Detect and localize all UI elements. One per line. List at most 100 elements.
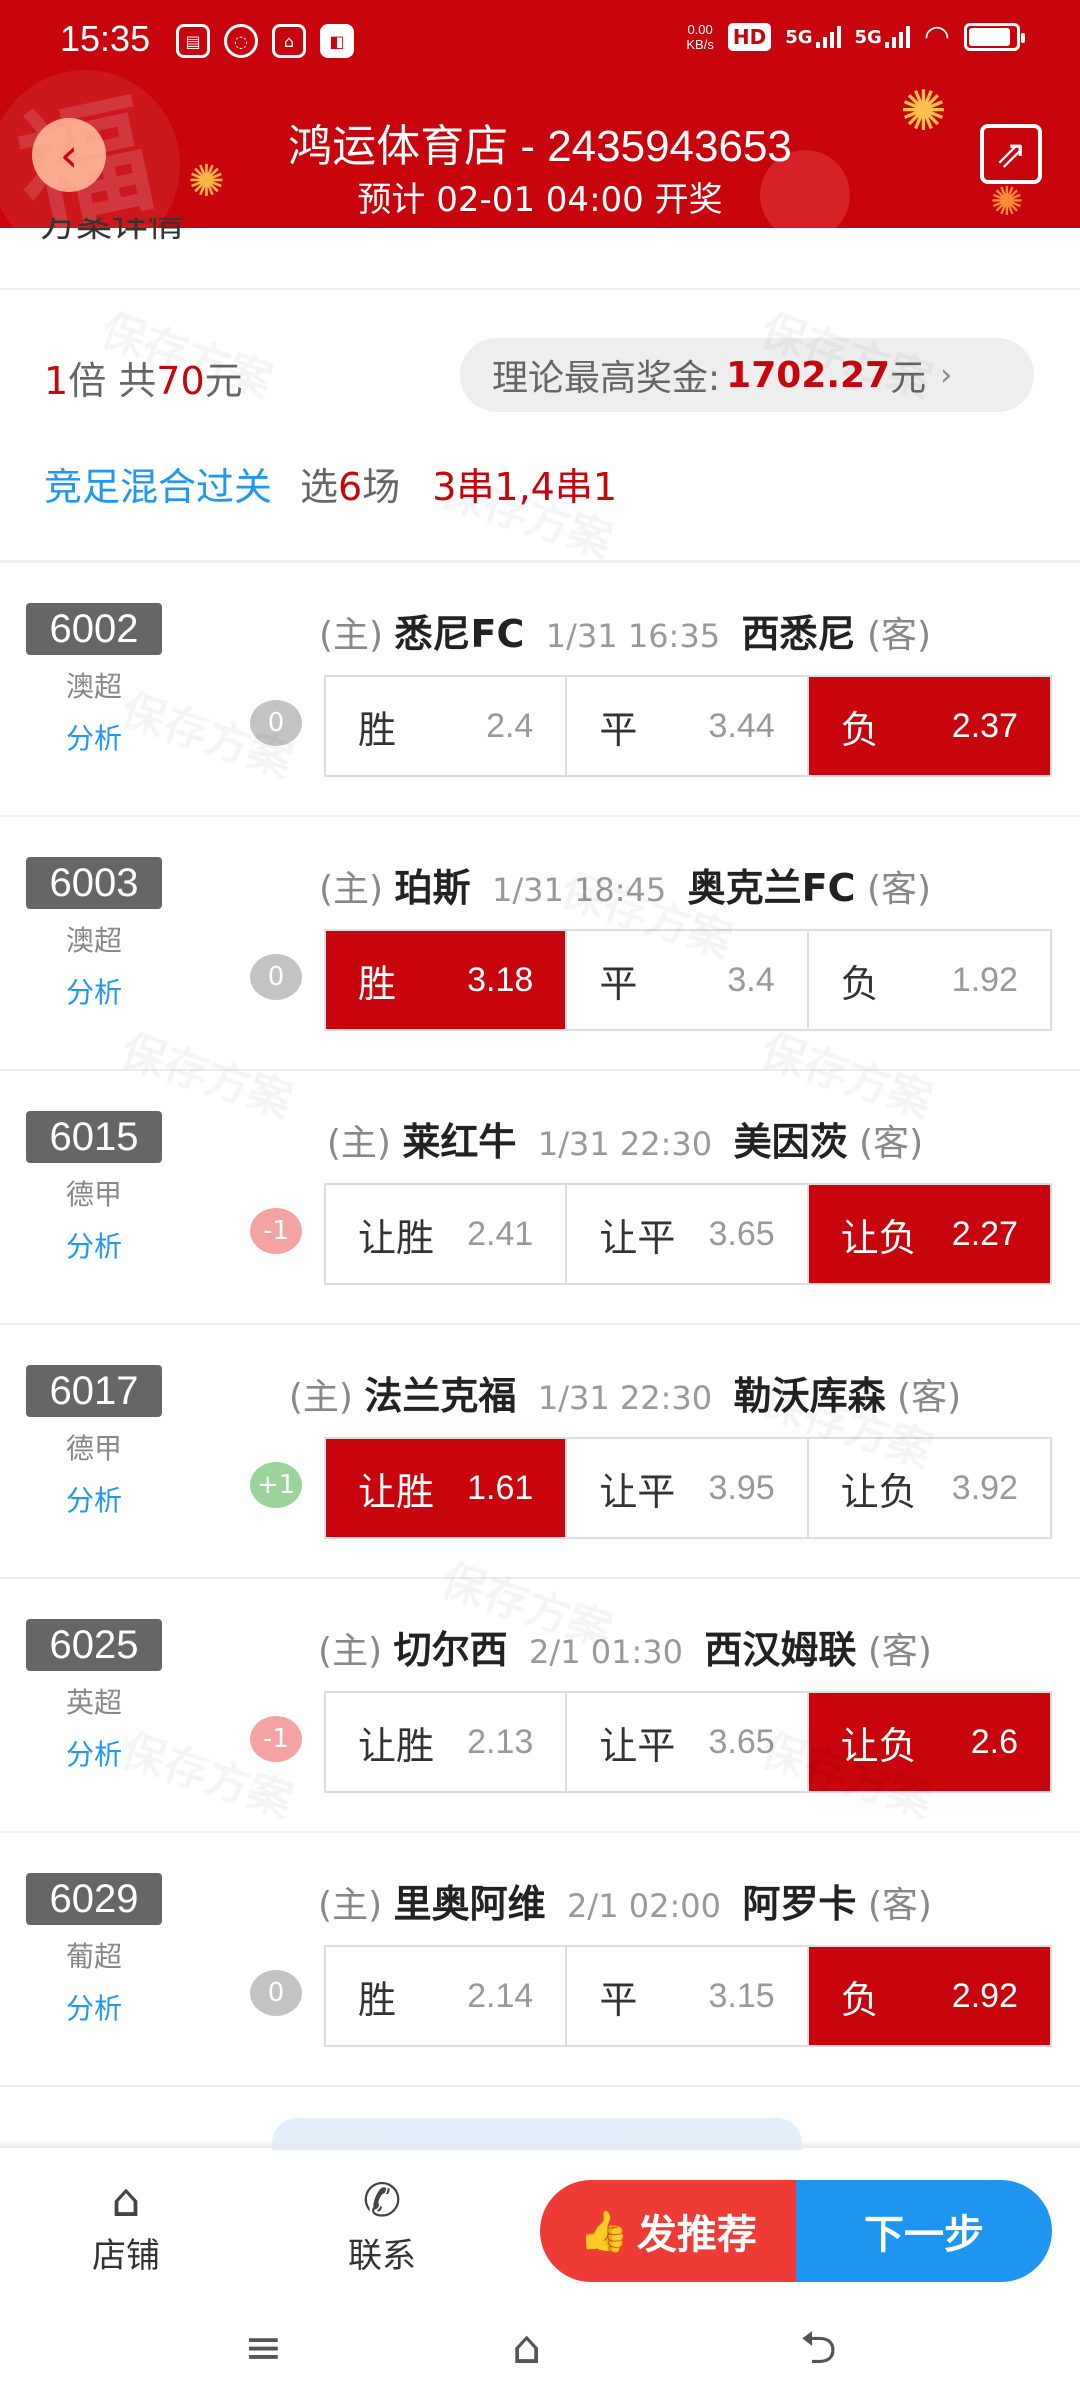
home-nav-icon[interactable]: ⌂ (512, 2322, 541, 2372)
odds-value: 2.4 (486, 706, 534, 745)
home-team: 莱红牛 (402, 1120, 517, 1164)
match-time: 1/31 18:45 (491, 871, 667, 909)
analysis-link[interactable]: 分析 (26, 1733, 162, 1773)
odds-option[interactable]: 让负 3.92 (809, 1439, 1050, 1537)
shop-label: 店铺 (92, 2236, 160, 2276)
odds-value: 3.65 (708, 1214, 775, 1253)
odds-option[interactable]: 让胜 1.61 (326, 1439, 568, 1537)
away-tag: (客) (866, 869, 932, 910)
odds-value: 2.37 (951, 706, 1018, 745)
odds-label: 平 (599, 961, 638, 1006)
odds-value: 3.95 (708, 1468, 775, 1507)
odds-label: 让胜 (358, 1469, 435, 1514)
total-value: 70 (156, 359, 205, 403)
odds-option[interactable]: 负 1.92 (809, 931, 1050, 1029)
network-speed-unit: KB/s (686, 37, 714, 52)
chevron-right-icon: › (940, 357, 953, 393)
match-row: 6003 澳超 分析 (主) 珀斯 1/31 18:45 奥克兰FC (客) 0… (0, 817, 1080, 1071)
match-row: 6029 葡超 分析 (主) 里奥阿维 2/1 02:00 阿罗卡 (客) 0 … (0, 1833, 1080, 2087)
home-team: 法兰克福 (364, 1374, 517, 1418)
analysis-link[interactable]: 分析 (26, 971, 162, 1011)
network-speed: 0.00 KB/s (686, 22, 713, 52)
odds-label: 让平 (599, 1723, 676, 1768)
match-teams: (主) 珀斯 1/31 18:45 奥克兰FC (客) (170, 857, 1080, 912)
away-team: 勒沃库森 (733, 1374, 886, 1418)
odds-value: 2.92 (951, 1976, 1018, 2015)
odds-option[interactable]: 让平 3.95 (567, 1439, 809, 1537)
battery-level (969, 28, 1010, 46)
home-tag: (主) (326, 1123, 391, 1164)
analysis-link[interactable]: 分析 (26, 717, 162, 757)
away-team: 西悉尼 (741, 612, 856, 656)
max-prize-button[interactable]: 理论最高奖金: 1702.27 元 › (460, 338, 1034, 412)
odds-option[interactable]: 负 2.37 (808, 677, 1050, 775)
odds-value: 2.6 (970, 1722, 1018, 1761)
back-nav-icon[interactable]: ⮌ (800, 2322, 837, 2372)
odds-option[interactable]: 负 2.92 (808, 1947, 1050, 2045)
handicap-badge: -1 (250, 1208, 302, 1254)
hd-icon: HD (727, 23, 772, 51)
odds-option[interactable]: 胜 3.18 (326, 931, 568, 1029)
play-info: 竞足混合过关 选6场 3串1,4串1 (44, 456, 617, 511)
odds-option[interactable]: 让胜 2.13 (326, 1693, 568, 1791)
select-count: 6 (338, 465, 363, 509)
home-tag: (主) (318, 1631, 383, 1672)
away-tag: (客) (867, 1885, 932, 1926)
odds-option[interactable]: 让平 3.65 (567, 1185, 809, 1283)
odds-option[interactable]: 平 3.4 (567, 931, 809, 1029)
odds-label: 胜 (358, 707, 397, 752)
home-team: 里奥阿维 (393, 1882, 546, 1926)
shop-button[interactable]: ⌂ 店铺 (56, 2172, 196, 2277)
recommend-button[interactable]: 👍 发推荐 (540, 2180, 796, 2282)
odds-option[interactable]: 让负 2.27 (808, 1185, 1050, 1283)
match-time: 1/31 22:30 (537, 1379, 713, 1417)
away-tag: (客) (867, 1631, 932, 1672)
odds-group: 胜 2.4 平 3.44 负 2.37 (324, 675, 1052, 777)
away-team: 阿罗卡 (742, 1882, 857, 1926)
odds-label: 胜 (358, 1977, 397, 2022)
select-prefix: 选 (300, 465, 339, 509)
analysis-link[interactable]: 分析 (26, 1987, 162, 2027)
analysis-link[interactable]: 分析 (26, 1479, 162, 1519)
recommend-label: 发推荐 (636, 2212, 757, 2258)
odds-label: 胜 (358, 961, 397, 1006)
odds-group: 让胜 1.61 让平 3.95 让负 3.92 (324, 1437, 1052, 1539)
app-notification-icon: ◧ (320, 24, 354, 58)
menu-icon[interactable]: ≡ (244, 2322, 283, 2372)
select-suffix: 场 (362, 465, 401, 509)
odds-option[interactable]: 平 3.44 (567, 677, 809, 775)
odds-label: 让负 (840, 1215, 917, 1260)
odds-label: 平 (599, 1977, 638, 2022)
match-teams: (主) 法兰克福 1/31 22:30 勒沃库森 (客) (170, 1365, 1080, 1420)
odds-option[interactable]: 平 3.15 (567, 1947, 809, 2045)
home-team: 切尔西 (393, 1628, 508, 1672)
match-code: 6025 (26, 1619, 162, 1671)
wifi-icon: ◠ (923, 19, 950, 54)
bottom-action-bar: ⌂ 店铺 ✆ 联系 👍 发推荐 下一步 (0, 2150, 1080, 2300)
battery-icon (964, 23, 1025, 51)
away-team: 美因茨 (733, 1120, 848, 1164)
odds-option[interactable]: 胜 2.4 (326, 677, 568, 775)
home-tag: (主) (318, 1885, 383, 1926)
handicap-badge: 0 (250, 700, 302, 746)
odds-group: 让胜 2.13 让平 3.65 让负 2.6 (324, 1691, 1052, 1793)
odds-option[interactable]: 胜 2.14 (326, 1947, 568, 2045)
odds-value: 3.18 (467, 960, 534, 999)
pass-type: 3串1,4串1 (432, 465, 618, 509)
analysis-link[interactable]: 分析 (26, 1225, 162, 1265)
odds-option[interactable]: 让平 3.65 (567, 1693, 809, 1791)
next-step-button[interactable]: 下一步 (796, 2180, 1052, 2282)
odds-option[interactable]: 让负 2.6 (808, 1693, 1050, 1791)
odds-option[interactable]: 让胜 2.41 (326, 1185, 568, 1283)
network-speed-value: 0.00 (687, 22, 713, 37)
contact-label: 联系 (348, 2236, 416, 2276)
play-type: 竞足混合过关 (44, 465, 273, 509)
contact-button[interactable]: ✆ 联系 (312, 2172, 452, 2277)
odds-label: 让负 (840, 1469, 917, 1514)
league-name: 澳超 (65, 670, 122, 703)
match-time: 2/1 02:00 (567, 1887, 721, 1925)
odds-value: 2.41 (467, 1214, 534, 1253)
match-code: 6017 (26, 1365, 162, 1417)
share-button[interactable]: ⇗ (980, 124, 1042, 184)
divider (0, 288, 1080, 290)
